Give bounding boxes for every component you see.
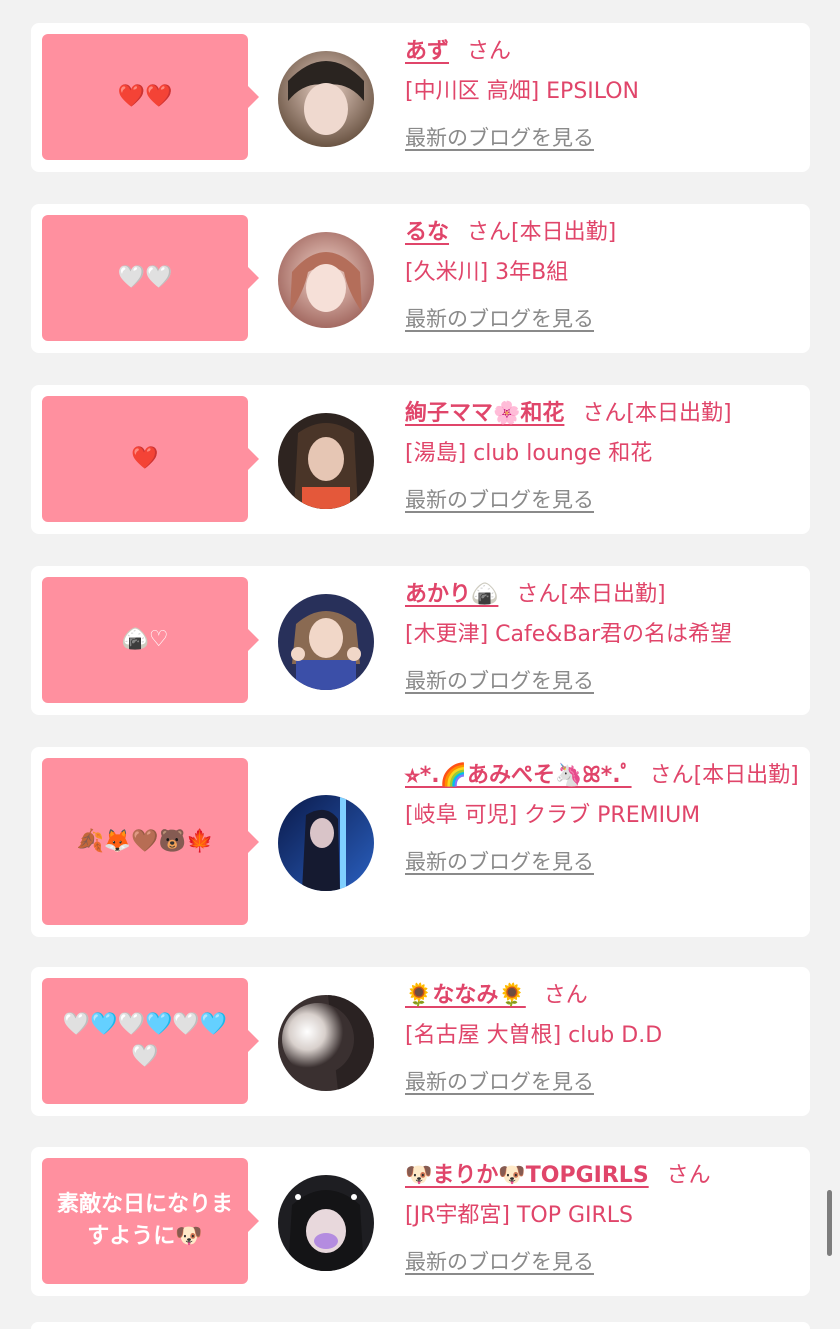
name-suffix: さん (666, 1163, 711, 1188)
name-line: あかり🍙 さん[本日出勤] (405, 578, 800, 612)
card-info: 🐶まりか🐶TOPGIRLS さん [JR宇都宮] TOP GIRLS 最新のブログ… (405, 1159, 800, 1277)
message-bubble: 🤍🤍 (42, 215, 259, 341)
scrollbar[interactable] (827, 1190, 832, 1256)
message-bubble: 🍂🦊🤎🐻🍁 (42, 758, 259, 925)
latest-blog-link[interactable]: 最新のブログを見る (405, 123, 594, 153)
name-line: 🐶まりか🐶TOPGIRLS さん (405, 1159, 800, 1193)
name-line: 絢子ママ🌸和花 さん[本日出勤] (405, 397, 800, 431)
shop-label: [湯島] club lounge 和花 (405, 441, 653, 466)
avatar[interactable] (278, 995, 374, 1091)
avatar[interactable] (278, 413, 374, 509)
card-info: るな さん[本日出勤] [久米川] 3年B組 最新のブログを見る (405, 216, 800, 334)
list-item: 素敵な日になりますように🐶 🐶まりか🐶TOPGIRLS さん [JR宇都宮] TO… (31, 1147, 810, 1296)
card-info: あかり🍙 さん[本日出勤] [木更津] Cafe&Bar君の名は希望 最新のブログ… (405, 578, 800, 696)
message-bubble: ❤️❤️ (42, 34, 259, 160)
user-name-link[interactable]: るな (405, 220, 449, 245)
name-line: ⭐︎*.🌈あみぺそ🦄ꕤ*.ﾟ さん[本日出勤] (405, 759, 800, 793)
shop-label: [JR宇都宮] TOP GIRLS (405, 1203, 633, 1228)
list-item: 🤍🤍 るな さん[本日出勤] [久米川] 3年B組 最新のブログを見る (31, 204, 810, 353)
name-suffix: さん (467, 39, 512, 64)
message-bubble: ❤️ (42, 396, 259, 522)
card-info: 絢子ママ🌸和花 さん[本日出勤] [湯島] club lounge 和花 最新のブ… (405, 397, 800, 515)
user-name-link[interactable]: 🐶まりか🐶TOPGIRLS (405, 1163, 649, 1188)
next-card-edge (31, 1322, 810, 1329)
bubble-text: ❤️ (131, 446, 159, 471)
avatar[interactable] (278, 594, 374, 690)
bubble-text: 🤍🤍 (117, 265, 173, 290)
list-item: 🍂🦊🤎🐻🍁 ⭐︎*.🌈あみぺそ🦄ꕤ*.ﾟ さん[本日出勤] [岐阜 可児] クラブ… (31, 747, 810, 937)
user-name-link[interactable]: 🌻ななみ🌻 (405, 983, 526, 1008)
avatar[interactable] (278, 795, 374, 891)
avatar-image (278, 1175, 374, 1271)
bubble-text: 🍂🦊🤎🐻🍁 (76, 828, 214, 854)
shop-label: [木更津] Cafe&Bar君の名は希望 (405, 622, 733, 647)
user-name-link[interactable]: 絢子ママ🌸和花 (405, 401, 564, 426)
bubble-text: 🤍🩵🤍🩵🤍🩵🤍 (62, 1012, 228, 1069)
user-name-link[interactable]: あず (405, 39, 449, 64)
shop-label: [久米川] 3年B組 (405, 260, 569, 285)
user-name-link[interactable]: ⭐︎*.🌈あみぺそ🦄ꕤ*.ﾟ (405, 763, 632, 788)
name-suffix: さん (543, 983, 588, 1008)
name-suffix: さん[本日出勤] (582, 401, 732, 426)
list-item: 🤍🩵🤍🩵🤍🩵🤍 🌻ななみ🌻 さん [名古屋 大曽根] club D.D 最新のブロ… (31, 967, 810, 1116)
avatar[interactable] (278, 51, 374, 147)
avatar-image (278, 51, 374, 147)
card-info: ⭐︎*.🌈あみぺそ🦄ꕤ*.ﾟ さん[本日出勤] [岐阜 可児] クラブ PREMI… (405, 759, 800, 877)
shop-label: [岐阜 可児] クラブ PREMIUM (405, 803, 701, 828)
shop-label: [中川区 高畑] EPSILON (405, 79, 640, 104)
card-info: あず さん [中川区 高畑] EPSILON 最新のブログを見る (405, 35, 800, 153)
name-line: 🌻ななみ🌻 さん (405, 979, 800, 1013)
message-bubble: 🍙♡ (42, 577, 259, 703)
name-line: るな さん[本日出勤] (405, 216, 800, 250)
avatar-image (278, 594, 374, 690)
name-line: あず さん (405, 35, 800, 69)
shop-label: [名古屋 大曽根] club D.D (405, 1023, 663, 1048)
message-bubble: 素敵な日になりますように🐶 (42, 1158, 259, 1284)
bubble-text: 素敵な日になりますように🐶 (56, 1192, 233, 1249)
card-info: 🌻ななみ🌻 さん [名古屋 大曽根] club D.D 最新のブログを見る (405, 979, 800, 1097)
latest-blog-link[interactable]: 最新のブログを見る (405, 304, 594, 334)
avatar[interactable] (278, 232, 374, 328)
latest-blog-link[interactable]: 最新のブログを見る (405, 847, 594, 877)
name-suffix: さん[本日出勤] (516, 582, 666, 607)
bubble-text: 🍙♡ (121, 627, 169, 652)
name-suffix: さん[本日出勤] (467, 220, 617, 245)
message-bubble: 🤍🩵🤍🩵🤍🩵🤍 (42, 978, 259, 1104)
latest-blog-link[interactable]: 最新のブログを見る (405, 485, 594, 515)
latest-blog-link[interactable]: 最新のブログを見る (405, 666, 594, 696)
avatar-image (278, 995, 374, 1091)
list-item: 🍙♡ あかり🍙 さん[本日出勤] [木更津] Cafe&Bar君の名は希望 最新の… (31, 566, 810, 715)
avatar-image (278, 795, 374, 891)
list-item: ❤️ 絢子ママ🌸和花 さん[本日出勤] [湯島] club lounge 和花 最… (31, 385, 810, 534)
user-name-link[interactable]: あかり🍙 (405, 582, 498, 607)
list-item: ❤️❤️ あず さん [中川区 高畑] EPSILON 最新のブログを見る (31, 23, 810, 172)
name-suffix: さん[本日出勤] (649, 763, 799, 788)
bubble-text: ❤️❤️ (117, 84, 173, 109)
latest-blog-link[interactable]: 最新のブログを見る (405, 1067, 594, 1097)
latest-blog-link[interactable]: 最新のブログを見る (405, 1247, 594, 1277)
avatar[interactable] (278, 1175, 374, 1271)
avatar-image (278, 413, 374, 509)
avatar-image (278, 232, 374, 328)
